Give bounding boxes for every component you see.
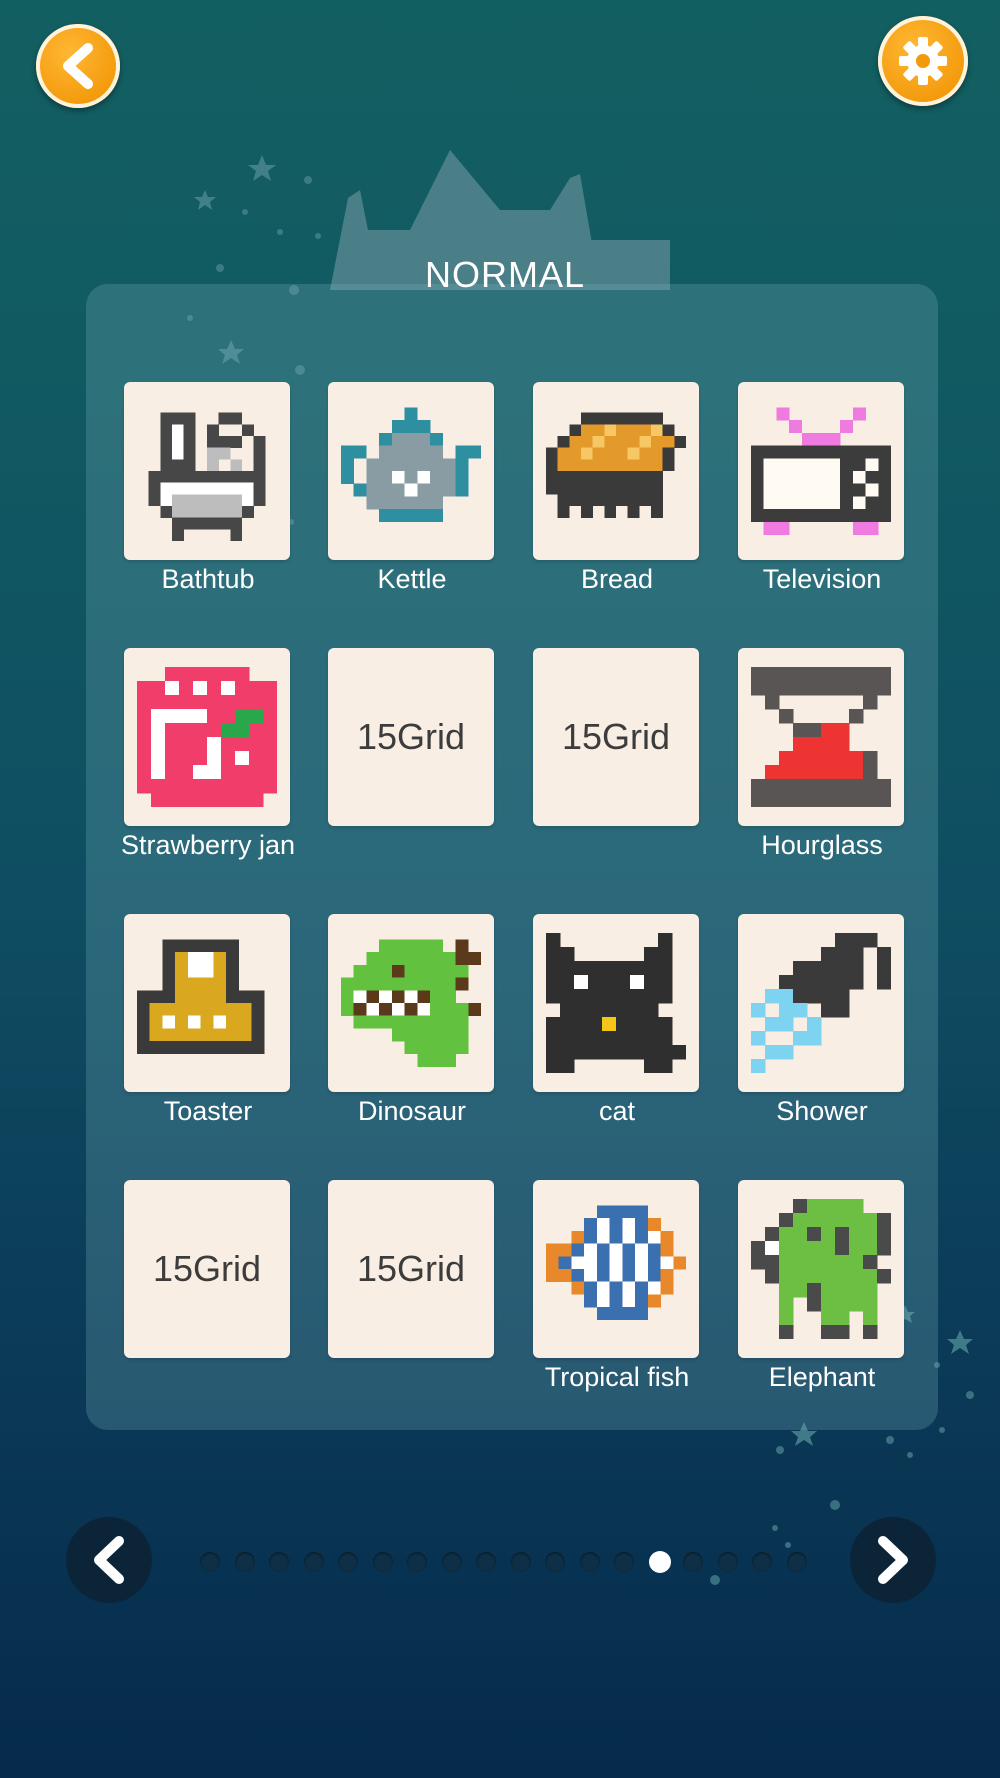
strawberry-jam-icon xyxy=(137,667,277,807)
settings-button[interactable] xyxy=(878,16,968,106)
puzzle-tile[interactable] xyxy=(533,914,699,1092)
puzzle-tile[interactable] xyxy=(328,382,494,560)
level-title: NORMAL xyxy=(424,254,586,295)
puzzle-label: Bathtub xyxy=(161,564,255,594)
puzzle-label: Elephant xyxy=(768,1362,876,1392)
grid-size-text: 15Grid xyxy=(356,716,466,757)
page-dot[interactable] xyxy=(579,1552,600,1572)
puzzle-label: Strawberry jan xyxy=(120,830,296,860)
puzzle-item[interactable]: 15Grid xyxy=(533,648,701,830)
puzzle-item[interactable]: 15Grid xyxy=(124,1180,292,1362)
puzzle-item[interactable]: Toaster xyxy=(124,914,292,1127)
puzzle-item[interactable]: Bread xyxy=(533,382,701,595)
toaster-icon xyxy=(137,939,265,1055)
locked-puzzle-tile[interactable]: 15Grid xyxy=(124,1180,290,1358)
gear-icon xyxy=(899,37,947,85)
kettle-icon xyxy=(341,407,481,523)
page-dot[interactable] xyxy=(545,1552,565,1572)
puzzle-item[interactable]: Kettle xyxy=(328,382,496,595)
back-button[interactable] xyxy=(36,24,120,108)
chevron-right-icon xyxy=(878,1536,908,1584)
puzzle-label: Kettle xyxy=(377,564,447,594)
page-dot[interactable] xyxy=(717,1552,738,1572)
next-page-button[interactable] xyxy=(850,1517,936,1603)
puzzle-tile[interactable] xyxy=(738,914,904,1092)
puzzle-tile[interactable] xyxy=(124,648,290,826)
page-dot[interactable] xyxy=(683,1552,703,1572)
grid-size-text: 15Grid xyxy=(561,716,671,757)
puzzle-item[interactable]: Television xyxy=(738,382,906,595)
puzzle-tile[interactable] xyxy=(328,914,494,1092)
dinosaur-icon xyxy=(341,939,481,1067)
page-dot-active[interactable] xyxy=(648,1551,671,1573)
puzzle-label: cat xyxy=(598,1096,636,1126)
page-dot[interactable] xyxy=(786,1552,807,1572)
puzzle-tile[interactable] xyxy=(124,914,290,1092)
puzzle-tile[interactable] xyxy=(738,648,904,826)
page-dot[interactable] xyxy=(510,1552,531,1572)
chevron-left-icon xyxy=(63,43,93,89)
puzzle-item[interactable]: cat xyxy=(533,914,701,1127)
page-dot[interactable] xyxy=(441,1552,462,1572)
page-dot[interactable] xyxy=(476,1552,496,1572)
elephant-icon xyxy=(751,1199,891,1339)
puzzle-label: Bread xyxy=(580,564,654,594)
puzzle-label: Tropical fish xyxy=(544,1362,690,1392)
grid-size-text: 15Grid xyxy=(152,1248,262,1289)
puzzle-item[interactable]: Bathtub xyxy=(124,382,292,595)
puzzle-item[interactable]: Dinosaur xyxy=(328,914,496,1127)
page-indicator xyxy=(200,1551,820,1576)
puzzle-tile[interactable] xyxy=(533,382,699,560)
locked-puzzle-tile[interactable]: 15Grid xyxy=(328,1180,494,1358)
locked-puzzle-tile[interactable]: 15Grid xyxy=(328,648,494,826)
page-dot[interactable] xyxy=(372,1552,393,1572)
puzzle-item[interactable]: Strawberry jan xyxy=(121,648,295,861)
page-dot[interactable] xyxy=(752,1552,772,1572)
page-dot[interactable] xyxy=(200,1552,220,1572)
puzzle-tile[interactable] xyxy=(533,1180,699,1358)
puzzle-label: Dinosaur xyxy=(357,1096,467,1126)
locked-puzzle-tile[interactable]: 15Grid xyxy=(533,648,699,826)
puzzle-label: Toaster xyxy=(163,1096,253,1126)
puzzle-tile[interactable] xyxy=(124,382,290,560)
puzzle-tile[interactable] xyxy=(738,382,904,560)
chevron-left-icon xyxy=(94,1536,124,1584)
bread-icon xyxy=(546,412,686,518)
puzzle-label: Television xyxy=(762,564,882,594)
tropical-fish-icon xyxy=(546,1205,686,1321)
prev-page-button[interactable] xyxy=(66,1517,152,1603)
puzzle-item[interactable]: Tropical fish xyxy=(533,1180,701,1393)
puzzle-item[interactable]: Shower xyxy=(738,914,906,1127)
bathtub-icon xyxy=(148,412,266,541)
puzzle-label: Shower xyxy=(776,1096,868,1126)
shower-icon xyxy=(751,933,891,1073)
page-dot[interactable] xyxy=(234,1552,255,1572)
page-dot[interactable] xyxy=(407,1552,427,1572)
page-dot[interactable] xyxy=(303,1552,324,1572)
hourglass-icon xyxy=(751,667,891,807)
puzzle-label: Hourglass xyxy=(761,830,883,860)
puzzle-tile[interactable] xyxy=(738,1180,904,1358)
cat-icon xyxy=(546,933,686,1073)
television-icon xyxy=(751,407,891,535)
grid-size-text: 15Grid xyxy=(356,1248,466,1289)
page-dot[interactable] xyxy=(338,1552,358,1572)
puzzle-item[interactable]: 15Grid xyxy=(328,1180,496,1362)
puzzle-item[interactable]: Elephant xyxy=(738,1180,906,1393)
puzzle-item[interactable]: 15Grid xyxy=(328,648,496,830)
puzzle-item[interactable]: Hourglass xyxy=(738,648,906,861)
page-dot[interactable] xyxy=(269,1552,289,1572)
page-dot[interactable] xyxy=(614,1552,634,1572)
